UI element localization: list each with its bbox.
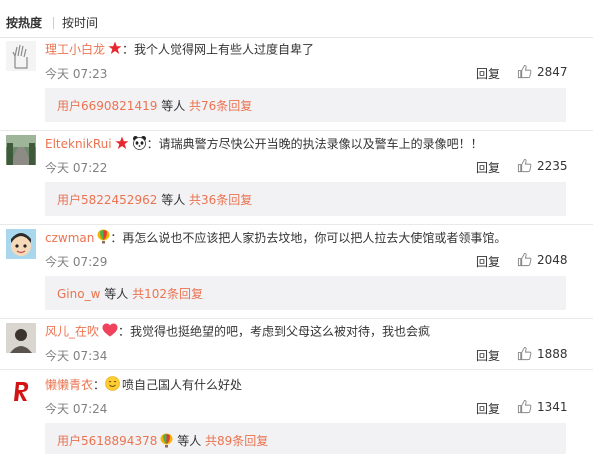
comment-username[interactable]: czwman: [45, 231, 94, 245]
sub-replies-box[interactable]: 用户5618894378 等人 共89条回复: [45, 423, 566, 454]
reply-button[interactable]: 回复: [476, 159, 500, 176]
balloon-badge-icon: [160, 433, 173, 451]
reply-button[interactable]: 回复: [476, 65, 500, 82]
comment-username[interactable]: 理工小白龙: [45, 43, 105, 57]
like-button[interactable]: 2048: [517, 252, 568, 267]
comment-separator: ：: [110, 231, 123, 245]
reply-button[interactable]: 回复: [476, 400, 500, 417]
sub-reply-user[interactable]: 用户5618894378: [57, 434, 157, 448]
comment-divider: [0, 130, 593, 131]
comment-time: 今天 07:29: [45, 255, 108, 269]
sub-reply-user[interactable]: 用户5822452962: [57, 193, 157, 207]
comment-text-line: 懒懒青衣： 喷自己国人有什么好处: [45, 376, 242, 395]
comment-separator: ：: [93, 378, 106, 392]
comment-divider: [0, 224, 593, 225]
like-count: 2048: [537, 252, 568, 267]
reply-button[interactable]: 回复: [476, 253, 500, 270]
like-button[interactable]: 1888: [517, 346, 568, 361]
reply-button[interactable]: 回复: [476, 347, 500, 364]
comment-time: 今天 07:22: [45, 161, 108, 175]
comment-text: 我个人觉得网上有些人过度自卑了: [134, 42, 315, 57]
sub-reply-total[interactable]: 共102条回复: [132, 287, 203, 301]
thumbs-up-icon: [517, 64, 532, 79]
comment-username[interactable]: ElteknikRui: [45, 137, 112, 151]
like-count: 1888: [537, 346, 568, 361]
like-button[interactable]: 2847: [517, 64, 568, 79]
sub-reply-etc: 等人: [104, 287, 129, 301]
comment-text: 再怎么说也不应该把人家扔去坟地，你可以把人拉去大使馆或者领事馆。: [122, 231, 507, 245]
comment-time: 今天 07:23: [45, 67, 108, 81]
comment-username[interactable]: 风儿_在吹: [45, 325, 99, 339]
like-button[interactable]: 2235: [517, 158, 568, 173]
comment-time: 今天 07:24: [45, 402, 108, 416]
thumbs-up-icon: [517, 346, 532, 361]
cartoon-face-avatar-icon: [6, 229, 36, 259]
like-count: 1341: [537, 399, 568, 414]
sub-reply-total[interactable]: 共89条回复: [205, 434, 268, 448]
person-photo-avatar-icon: [6, 323, 36, 353]
like-count: 2847: [537, 64, 568, 79]
avatar[interactable]: [6, 229, 36, 259]
comment-separator: ：: [146, 137, 159, 151]
comment-separator: ：: [122, 42, 135, 57]
sort-divider: [53, 17, 54, 29]
sub-reply-total[interactable]: 共36条回复: [189, 193, 252, 207]
red-star-badge-icon: [115, 136, 129, 154]
sub-reply-user[interactable]: 用户6690821419: [57, 99, 157, 113]
sub-reply-user[interactable]: Gino_w: [57, 287, 100, 301]
comment-text-line: 风儿_在吹 ：我觉得也挺绝望的吧，考虑到父母这么被对待，我也会疯: [45, 323, 430, 341]
thumbs-up-icon: [517, 252, 532, 267]
comment-separator: ：: [118, 324, 131, 339]
sub-reply-total[interactable]: 共76条回复: [189, 99, 252, 113]
avatar[interactable]: [6, 376, 36, 406]
sort-bar: 按热度 按时间: [0, 0, 593, 38]
comment-divider: [0, 369, 593, 370]
hand-sketch-avatar-icon: [6, 41, 36, 71]
comment-text: 请瑞典警方尽快公开当晚的执法录像以及警车上的录像吧！！: [158, 137, 483, 151]
comment-text: 喷自己国人有什么好处: [122, 378, 243, 392]
like-count: 2235: [537, 158, 568, 173]
thumbs-up-icon: [517, 158, 532, 173]
avatar[interactable]: [6, 323, 36, 353]
like-button[interactable]: 1341: [517, 399, 568, 414]
red-star-badge-icon: [108, 41, 122, 59]
heart-badge-icon: [102, 323, 118, 341]
panda-badge-icon: [132, 135, 147, 154]
comment-text: 我觉得也挺绝望的吧，考虑到父母这么被对待，我也会疯: [130, 324, 431, 339]
balloon-badge-icon: [97, 229, 110, 248]
comment-text-line: czwman ：再怎么说也不应该把人家扔去坟地，你可以把人拉去大使馆或者领事馆。: [45, 229, 506, 248]
comment-divider: [0, 318, 593, 319]
sort-by-hot-tab[interactable]: 按热度: [6, 14, 42, 31]
thumbs-up-icon: [517, 399, 532, 414]
road-photo-avatar-icon: [6, 135, 36, 165]
comment-text-line: ElteknikRui ：请瑞典警方尽快公开当晚的执法录像以及警车上的录像吧！！: [45, 135, 483, 154]
sub-replies-box[interactable]: 用户5822452962 等人 共36条回复: [45, 182, 566, 216]
smile-emoji-icon: [105, 376, 120, 395]
sub-reply-etc: 等人: [161, 193, 186, 207]
sub-replies-box[interactable]: 用户6690821419 等人 共76条回复: [45, 88, 566, 122]
comment-text-line: 理工小白龙 ：我个人觉得网上有些人过度自卑了: [45, 41, 314, 59]
avatar[interactable]: [6, 135, 36, 165]
comment-username[interactable]: 懒懒青衣: [45, 378, 93, 392]
sub-reply-etc: 等人: [177, 434, 202, 448]
avatar[interactable]: [6, 41, 36, 71]
comment-time: 今天 07:34: [45, 349, 108, 363]
red-letter-avatar-icon: [6, 376, 36, 406]
sub-replies-box[interactable]: Gino_w 等人 共102条回复: [45, 276, 566, 310]
sort-by-time-tab[interactable]: 按时间: [62, 14, 98, 31]
sub-reply-etc: 等人: [161, 99, 186, 113]
